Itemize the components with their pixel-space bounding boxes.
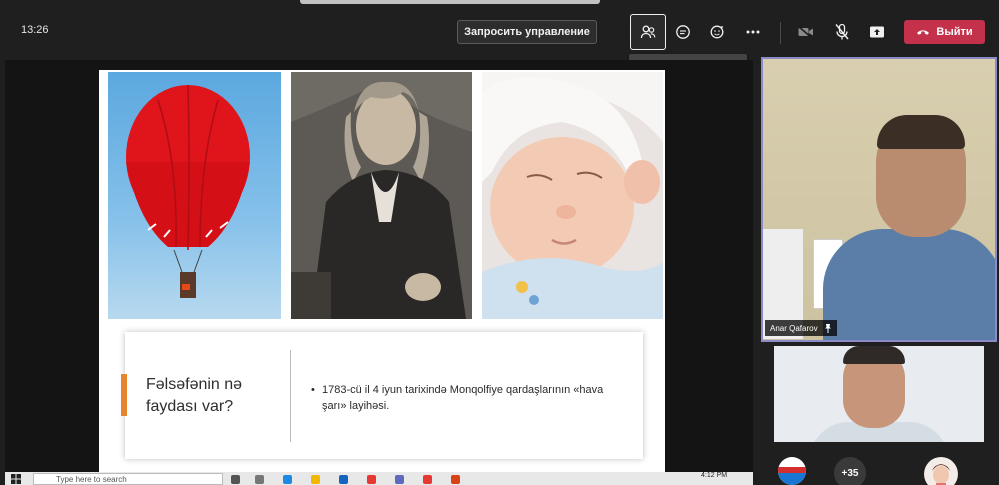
hang-up-icon: [917, 30, 930, 35]
slide-accent-bar: [121, 374, 127, 416]
opera-icon: [367, 475, 376, 484]
windows-start-icon: [11, 474, 21, 484]
meeting-duration: 13:26: [21, 24, 49, 36]
file-explorer-icon: [311, 475, 320, 484]
teams-icon: [395, 475, 404, 484]
more-actions-button[interactable]: [735, 14, 771, 50]
pin-icon: [824, 323, 831, 333]
slide-divider: [290, 350, 291, 442]
sleeping-baby-photo: [482, 72, 663, 319]
shared-screen: Fəlsəfənin nə faydası var? • 1783-cü il …: [5, 60, 753, 485]
bullet-dot: •: [311, 384, 315, 396]
participant-hair: [877, 115, 965, 149]
camera-off-icon: [797, 25, 813, 39]
participant-avatar[interactable]: [778, 457, 806, 485]
participant-body: [823, 229, 995, 340]
more-participants-badge[interactable]: +35: [834, 457, 866, 485]
mic-off-icon: [835, 23, 849, 40]
pinned-participant-video[interactable]: [761, 57, 997, 342]
participants-icon: [640, 25, 656, 39]
mail-icon: [339, 475, 348, 484]
task-view-icon: [231, 475, 240, 484]
participant-video-tile[interactable]: [774, 346, 984, 442]
show-participants-button[interactable]: [630, 14, 666, 50]
leave-meeting-button[interactable]: Выйти: [904, 20, 985, 44]
presenter-taskbar: Type here to search 4:12 PM: [5, 472, 753, 485]
chat-icon: [676, 25, 690, 39]
powerpoint-icon: [451, 475, 460, 484]
taskbar-app-icon: [255, 475, 264, 484]
participant-name-tag: Anar Qafarov: [765, 320, 837, 336]
slide-bullet-item: • 1783-cü il 4 iyun tarixində Monqolfiye…: [308, 382, 628, 414]
reactions-button[interactable]: [700, 14, 736, 50]
leave-label: Выйти: [936, 26, 973, 38]
participant-name: Anar Qafarov: [770, 323, 818, 333]
mic-toggle-button[interactable]: [824, 14, 860, 50]
chat-button[interactable]: [665, 14, 701, 50]
presentation-slide: Fəlsəfənin nə faydası var? • 1783-cü il …: [99, 70, 665, 485]
hot-air-balloon-photo: [108, 72, 281, 319]
share-icon: [870, 26, 884, 38]
share-content-button[interactable]: [859, 14, 895, 50]
toolbar-separator: [780, 22, 781, 44]
slide-question-title: Fəlsəfənin nə faydası var?: [146, 376, 243, 415]
meeting-toolbar: 13:26 Запросить управление Выйти: [0, 0, 999, 60]
slide-bullet-text: 1783-cü il 4 iyun tarixində Monqolfiye q…: [322, 384, 604, 412]
slide-text-box: Fəlsəfənin nə faydası var? • 1783-cü il …: [121, 332, 643, 459]
request-control-button[interactable]: Запросить управление: [457, 20, 597, 44]
teams-meeting-window: 13:26 Запросить управление Выйти Fəlsəfə…: [0, 0, 999, 485]
shared-window-title-strip: [300, 0, 600, 4]
reactions-icon: [710, 25, 724, 39]
historical-portrait-photo: [291, 72, 472, 319]
participant-avatar[interactable]: [924, 457, 958, 485]
more-icon: [746, 30, 760, 34]
camera-toggle-button[interactable]: [788, 14, 824, 50]
taskbar-search-box: Type here to search: [33, 473, 223, 485]
chrome-icon: [423, 475, 432, 484]
taskbar-clock: 4:12 PM: [701, 472, 728, 479]
edge-icon: [283, 475, 292, 484]
participant-hair: [843, 346, 905, 364]
